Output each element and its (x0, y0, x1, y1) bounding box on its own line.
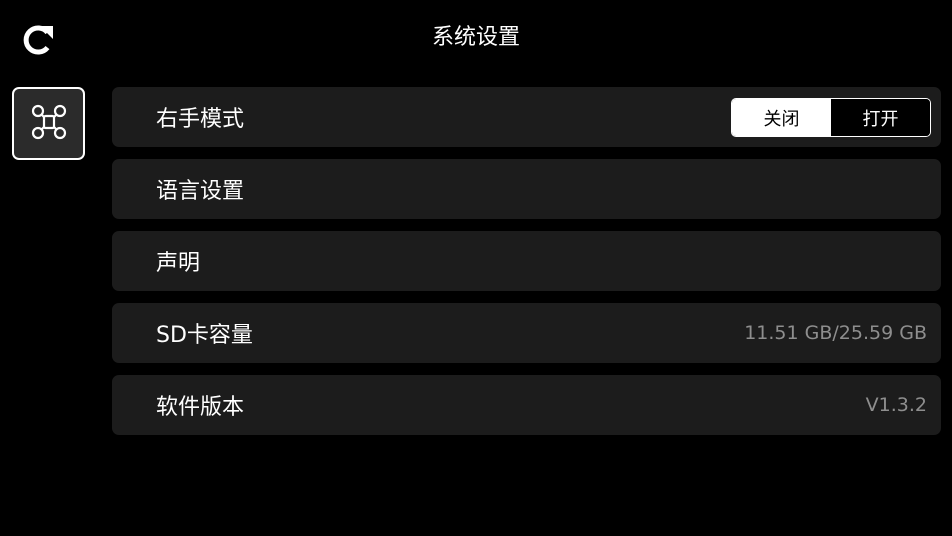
setting-label: 声明 (156, 251, 201, 276)
setting-label: 右手模式 (156, 107, 245, 132)
software-version-value: V1.3.2 (865, 394, 927, 416)
sd-capacity-value: 11.51 GB/25.59 GB (744, 322, 927, 344)
setting-label: 语言设置 (156, 179, 245, 204)
setting-row-software-version: 软件版本 V1.3.2 (112, 375, 941, 435)
setting-row-sd-capacity: SD卡容量 11.51 GB/25.59 GB (112, 303, 941, 363)
page-title: 系统设置 (431, 25, 520, 50)
toggle-option-off[interactable]: 关闭 (732, 99, 831, 136)
drone-icon (29, 102, 69, 146)
right-hand-mode-toggle[interactable]: 关闭 打开 (731, 98, 931, 137)
setting-row-language[interactable]: 语言设置 (112, 159, 941, 219)
setting-label: 软件版本 (156, 395, 245, 420)
setting-row-right-hand-mode: 右手模式 关闭 打开 (112, 87, 941, 147)
toggle-option-on[interactable]: 打开 (831, 99, 930, 136)
settings-list: 右手模式 关闭 打开 语言设置 声明 SD卡容量 11.51 GB/25.59 … (112, 87, 941, 447)
setting-row-statement[interactable]: 声明 (112, 231, 941, 291)
setting-label: SD卡容量 (156, 323, 253, 348)
sidebar-tab-drone[interactable] (12, 87, 85, 160)
